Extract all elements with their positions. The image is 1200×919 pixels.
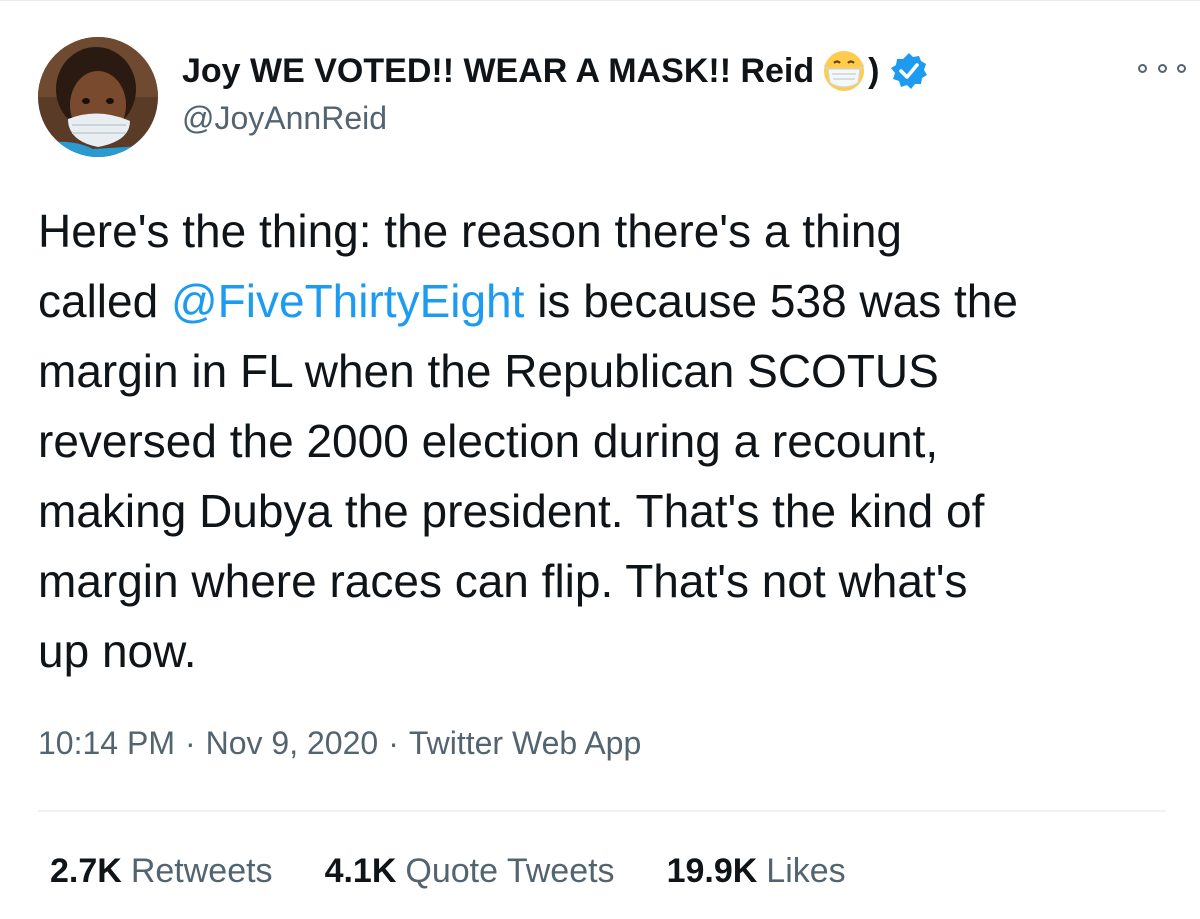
retweets-stat[interactable]: 2.7K Retweets bbox=[50, 852, 273, 891]
more-dot-icon bbox=[1138, 63, 1147, 73]
tweet-text-segment: up now. bbox=[38, 625, 197, 677]
divider bbox=[38, 810, 1166, 812]
tweet-text-segment: called bbox=[38, 275, 171, 327]
avatar[interactable] bbox=[38, 37, 158, 157]
likes-count: 19.9K bbox=[666, 852, 758, 890]
more-dot-icon bbox=[1177, 63, 1186, 73]
tweet-text-segment: Here's the thing: the reason there's a t… bbox=[38, 205, 902, 257]
tweet-line: called @FiveThirtyEight is because 538 w… bbox=[38, 266, 1188, 336]
retweets-count: 2.7K bbox=[50, 852, 122, 890]
likes-label: Likes bbox=[766, 852, 846, 890]
profile-photo-icon bbox=[38, 37, 158, 157]
tweet-line: up now. bbox=[38, 616, 1188, 686]
author-handle[interactable]: @JoyAnnReid bbox=[182, 100, 387, 137]
verified-badge-icon bbox=[889, 51, 929, 91]
quote-tweets-stat[interactable]: 4.1K Quote Tweets bbox=[325, 852, 615, 891]
tweet-text-segment: margin where races can flip. That's not … bbox=[38, 555, 968, 607]
tweet-text-segment: making Dubya the president. That's the k… bbox=[38, 485, 985, 537]
more-dot-icon bbox=[1157, 63, 1167, 73]
tweet-line: margin where races can flip. That's not … bbox=[38, 546, 1188, 616]
tweet-line: reversed the 2000 election during a reco… bbox=[38, 406, 1188, 476]
quote-tweets-label: Quote Tweets bbox=[405, 852, 615, 890]
tweet-text-segment: margin in FL when the Republican SCOTUS bbox=[38, 345, 939, 397]
retweets-label: Retweets bbox=[130, 852, 273, 890]
tweet-line: making Dubya the president. That's the k… bbox=[38, 476, 1188, 546]
tweet-text-segment: is because 538 was the bbox=[524, 275, 1018, 327]
tweet-time[interactable]: 10:14 PM bbox=[38, 725, 175, 761]
tweet-date[interactable]: Nov 9, 2020 bbox=[206, 725, 379, 761]
display-name-suffix: ) bbox=[868, 51, 880, 90]
likes-stat[interactable]: 19.9K Likes bbox=[667, 852, 846, 891]
quote-tweets-count: 4.1K bbox=[324, 852, 397, 890]
display-name-row[interactable]: Joy WE VOTED!! WEAR A MASK!! Reid ) bbox=[182, 48, 929, 94]
tweet-text: Here's the thing: the reason there's a t… bbox=[38, 196, 1188, 686]
mention-link[interactable]: @FiveThirtyEight bbox=[171, 275, 524, 327]
tweet-line: margin in FL when the Republican SCOTUS bbox=[38, 336, 1188, 406]
tweet-meta: 10:14 PM · Nov 9, 2020 · Twitter Web App bbox=[38, 725, 641, 762]
tweet-source[interactable]: Twitter Web App bbox=[409, 725, 641, 761]
tweet-text-segment: reversed the 2000 election during a reco… bbox=[38, 415, 939, 467]
tweet-stats: 2.7K Retweets 4.1K Quote Tweets 19.9K Likes bbox=[50, 852, 898, 891]
meta-separator: · bbox=[184, 725, 196, 761]
top-border bbox=[0, 0, 1200, 1]
display-name[interactable]: Joy WE VOTED!! WEAR A MASK!! Reid bbox=[182, 52, 814, 91]
face-with-medical-mask-icon bbox=[822, 49, 866, 93]
tweet-line: Here's the thing: the reason there's a t… bbox=[38, 196, 1188, 266]
meta-separator: · bbox=[388, 725, 399, 761]
more-options-button[interactable] bbox=[1138, 57, 1186, 79]
